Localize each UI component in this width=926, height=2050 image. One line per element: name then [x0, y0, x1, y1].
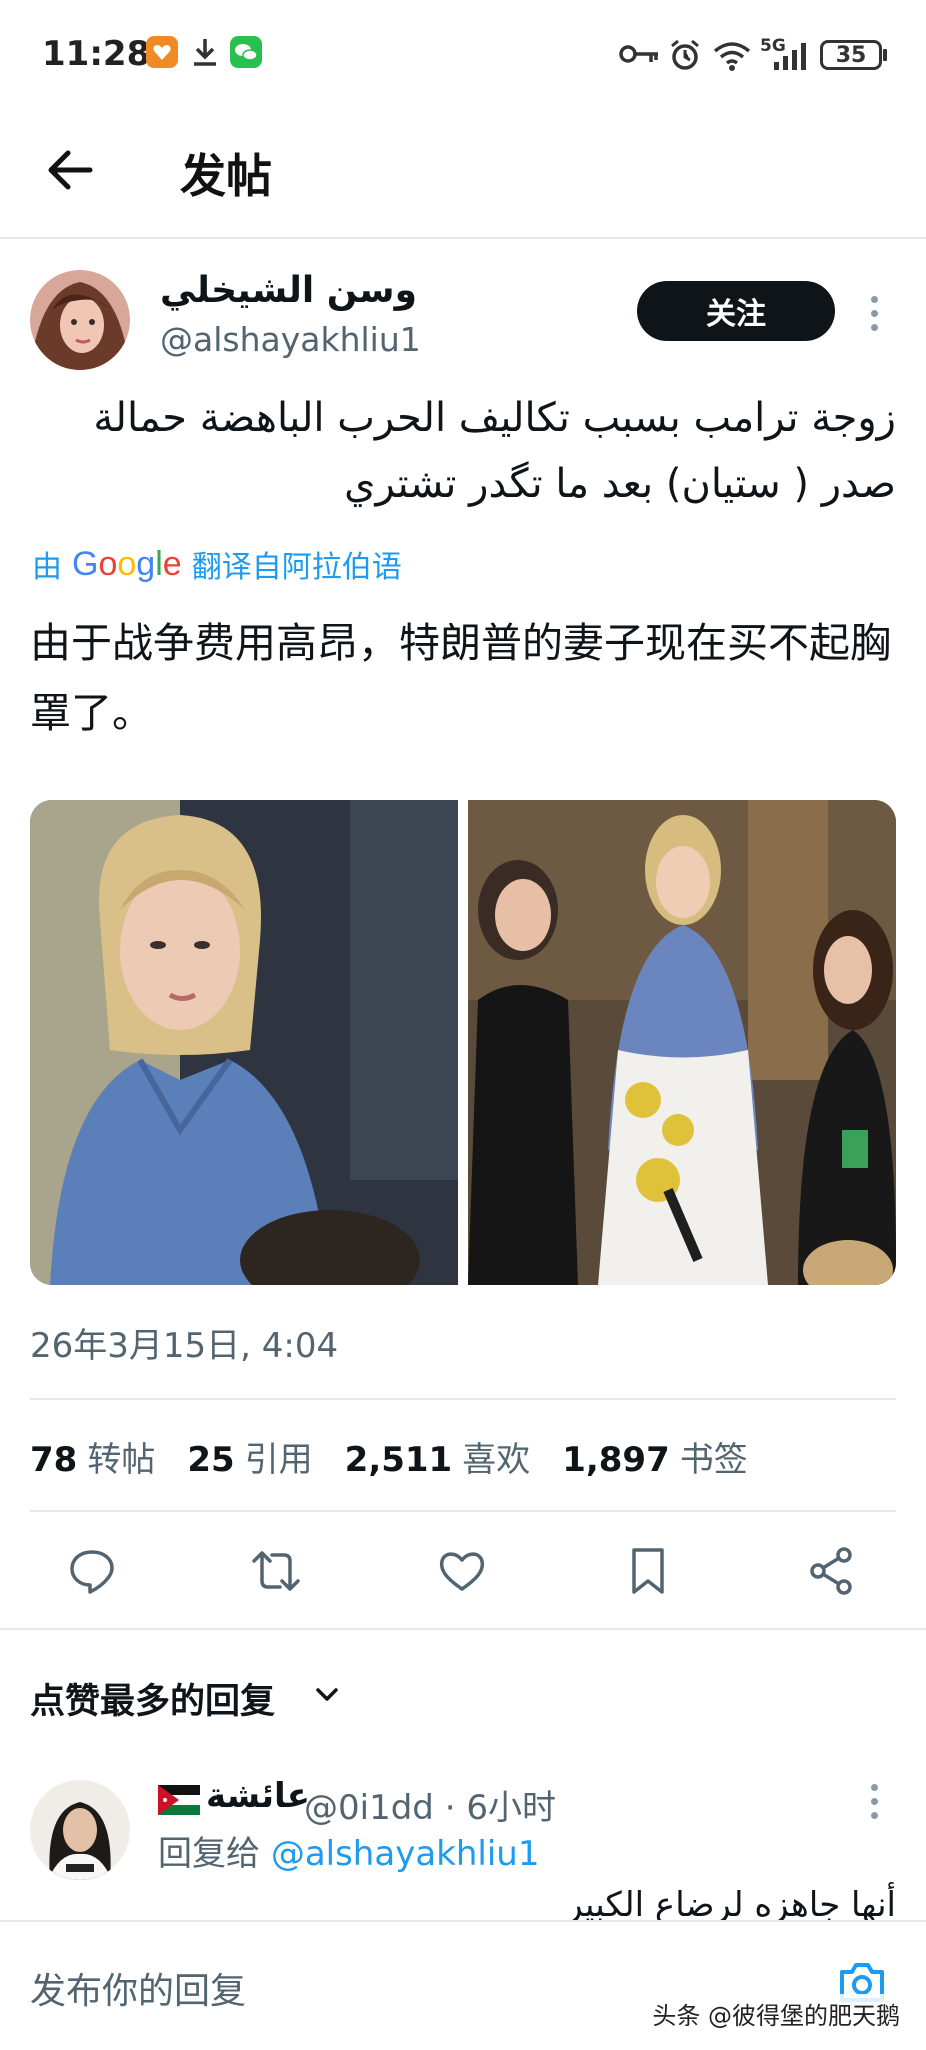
download-icon	[190, 36, 220, 68]
quotes-count: 25	[187, 1440, 235, 1480]
engagement-stats: 78 转帖 25 引用 2,511 喜欢 1,897 书签	[30, 1432, 780, 1481]
bookmarks-stat[interactable]: 1,897 书签	[562, 1432, 748, 1481]
translation-attribution[interactable]: 由 Google 翻译自阿拉伯语	[32, 542, 402, 586]
reply-text: أنها جاهزه لرضاع الكبير	[566, 1885, 896, 1925]
app-notification-icon	[146, 36, 178, 68]
status-time: 11:28	[42, 34, 151, 74]
repost-icon[interactable]	[250, 1545, 302, 1597]
like-icon[interactable]	[436, 1545, 488, 1597]
battery-icon: 35	[820, 40, 882, 70]
wifi-icon	[712, 40, 752, 72]
reply-sort-text: 点赞最多的回复	[30, 1682, 276, 1722]
chevron-down-icon[interactable]	[312, 1680, 342, 1710]
stats-top-divider	[30, 1398, 896, 1400]
watermark: 头条 @彼得堡的肥天鹅	[646, 1994, 906, 2033]
reposts-stat[interactable]: 78 转帖	[30, 1432, 155, 1481]
reply-time: 6小时	[466, 1788, 556, 1828]
jordan-flag-icon	[158, 1785, 200, 1815]
author-handle[interactable]: @alshayakhliu1	[160, 320, 421, 359]
likes-label: 喜欢	[462, 1440, 531, 1480]
page-title: 发帖	[180, 149, 272, 203]
quotes-stat[interactable]: 25 引用	[187, 1432, 312, 1481]
back-arrow-icon	[40, 140, 100, 200]
bookmark-icon[interactable]	[622, 1545, 674, 1597]
back-button[interactable]	[40, 140, 100, 200]
alarm-icon	[668, 38, 702, 72]
translate-prefix: 由	[32, 550, 62, 585]
share-icon[interactable]	[806, 1545, 858, 1597]
more-options-icon[interactable]	[871, 296, 881, 338]
battery-level: 35	[835, 42, 867, 68]
reposts-count: 78	[30, 1440, 78, 1480]
translate-suffix: 翻译自阿拉伯语	[191, 550, 402, 585]
author-avatar[interactable]	[30, 270, 130, 370]
photo-left[interactable]	[30, 800, 458, 1285]
follow-button[interactable]: 关注	[637, 281, 835, 341]
bookmarks-label: 书签	[679, 1440, 748, 1480]
reply-to-line: 回复给 @alshayakhliu1	[158, 1826, 539, 1875]
battery-tip	[883, 49, 887, 61]
post-text-translated: 由于战争费用高昂，特朗普的妻子现在买不起胸罩了。	[30, 619, 891, 737]
reply-icon[interactable]	[66, 1545, 118, 1597]
quotes-label: 引用	[244, 1440, 313, 1480]
reposts-label: 转帖	[87, 1440, 156, 1480]
actions-bottom-divider	[0, 1628, 926, 1630]
likes-stat[interactable]: 2,511 喜欢	[345, 1432, 531, 1481]
reply-author-name[interactable]: عائشة	[206, 1776, 310, 1816]
reply-to-prefix: 回复给	[158, 1834, 260, 1874]
key-icon	[618, 42, 660, 66]
likes-count: 2,511	[344, 1440, 453, 1480]
reply-sort-label[interactable]: 点赞最多的回复	[30, 1673, 275, 1724]
bookmarks-count: 1,897	[562, 1440, 670, 1480]
header-divider	[0, 237, 926, 239]
wechat-icon	[230, 36, 262, 68]
post-media[interactable]	[30, 800, 896, 1285]
author-name[interactable]: وسن الشيخلي	[160, 270, 417, 311]
reply-avatar[interactable]	[30, 1780, 130, 1880]
reply-input[interactable]: 发布你的回复	[30, 1962, 246, 2014]
photo-right[interactable]	[468, 800, 896, 1285]
reply-to-mention[interactable]: @alshayakhliu1	[271, 1834, 540, 1874]
post-timestamp: 26年3月15日, 4:04	[30, 1326, 339, 1366]
reply-meta: @0i1dd · 6小时	[304, 1780, 556, 1829]
reply-author-handle[interactable]: @0i1dd	[304, 1788, 434, 1828]
meta-separator: ·	[444, 1788, 467, 1828]
signal-icon	[770, 40, 814, 72]
google-logo: Google	[72, 544, 182, 583]
post-text-original: زوجة ترامب بسبب تكاليف الحرب الباهضة حما…	[93, 395, 896, 507]
stats-bottom-divider	[30, 1510, 896, 1512]
reply-more-options-icon[interactable]	[871, 1784, 881, 1826]
